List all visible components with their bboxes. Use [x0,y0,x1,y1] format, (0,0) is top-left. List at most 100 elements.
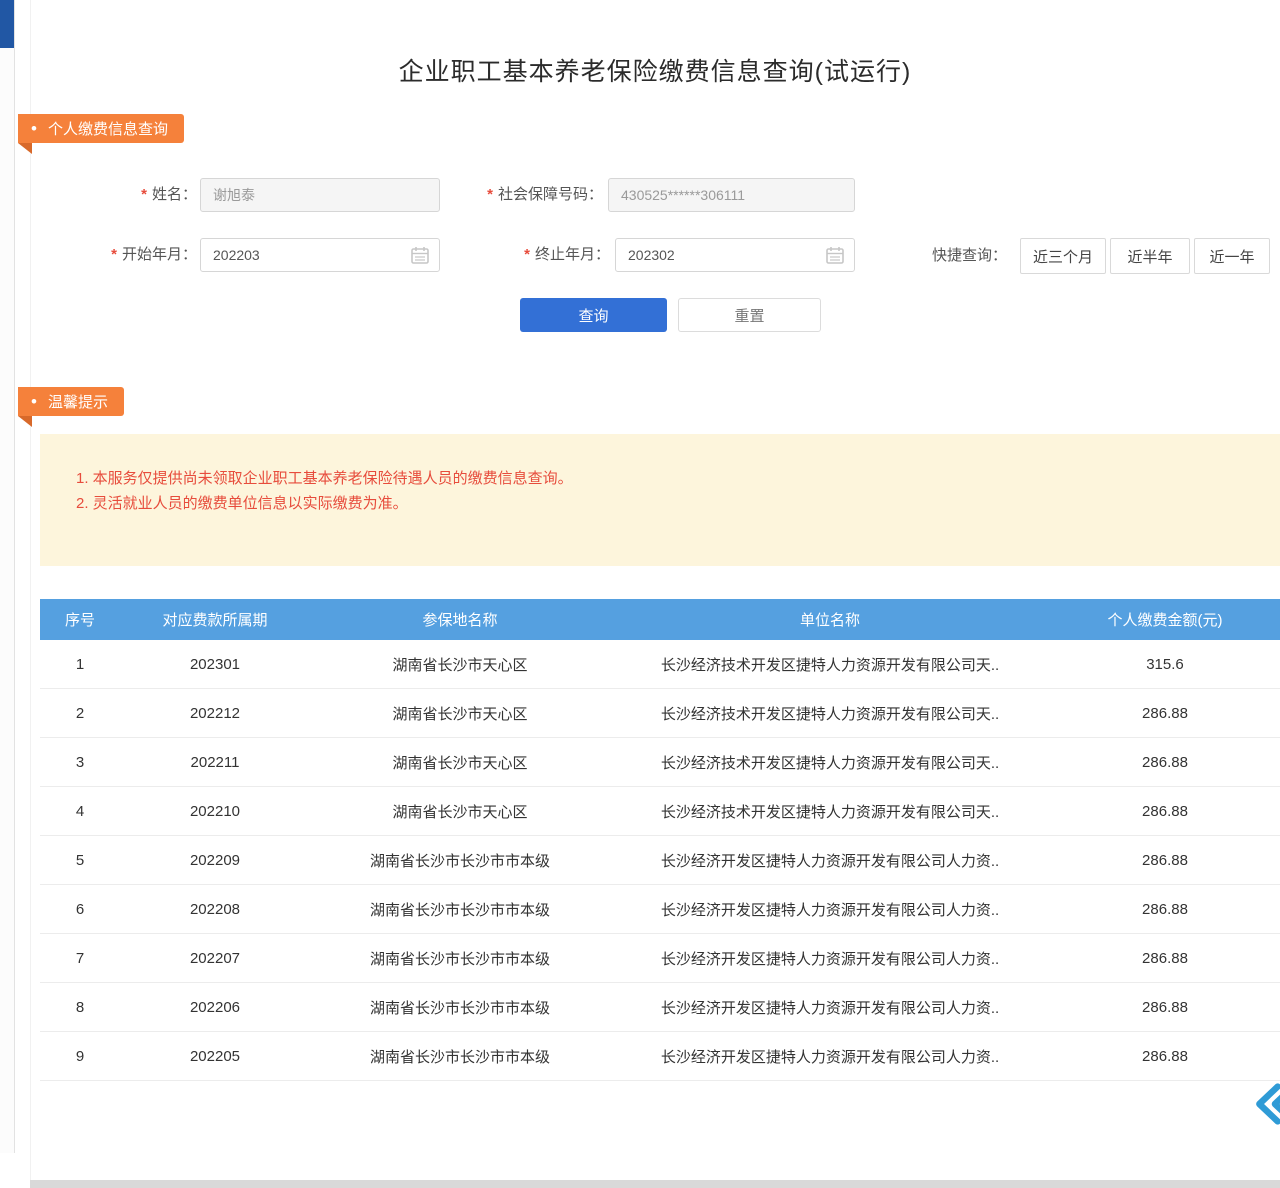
end-month-label: * 终止年月： [440,238,610,272]
cell-org: 长沙经济开发区捷特人力资源开发有限公司人力资.. [610,1032,1050,1081]
cell-seq: 9 [40,1032,120,1081]
tip-line-1: 1. 本服务仅提供尚未领取企业职工基本养老保险待遇人员的缴费信息查询。 [76,466,1260,491]
cell-seq: 2 [40,689,120,738]
cell-period: 202211 [120,738,310,787]
bullet-icon: • [31,120,37,137]
ssn-label-text: 社会保障号码： [498,186,603,203]
cell-area: 湖南省长沙市天心区 [310,787,610,836]
name-label: * 姓名： [40,178,197,212]
tip-line-2: 2. 灵活就业人员的缴费单位信息以实际缴费为准。 [76,491,1260,516]
page: 企业职工基本养老保险缴费信息查询(试运行) • 个人缴费信息查询 * 姓名： * 社… [0,0,1280,1188]
cell-org: 长沙经济开发区捷特人力资源开发有限公司人力资.. [610,885,1050,934]
cell-org: 长沙经济技术开发区捷特人力资源开发有限公司天.. [610,640,1050,689]
cell-amount: 286.88 [1050,1032,1280,1081]
col-header-seq: 序号 [40,599,120,640]
quick-option-last-year[interactable]: 近一年 [1194,238,1270,274]
cell-area: 湖南省长沙市天心区 [310,689,610,738]
ssn-label: * 社会保障号码： [440,178,603,212]
cell-amount: 286.88 [1050,885,1280,934]
name-input[interactable] [200,178,440,212]
cell-org: 长沙经济技术开发区捷特人力资源开发有限公司天.. [610,738,1050,787]
cell-area: 湖南省长沙市天心区 [310,738,610,787]
quick-query-group: 近三个月 近半年 近一年 [1020,238,1270,274]
cell-area: 湖南省长沙市天心区 [310,640,610,689]
table-row: 2 202212 湖南省长沙市天心区 长沙经济技术开发区捷特人力资源开发有限公司… [40,689,1280,738]
bullet-icon: • [31,393,37,410]
col-header-area: 参保地名称 [310,599,610,640]
cell-seq: 5 [40,836,120,885]
table-row: 3 202211 湖南省长沙市天心区 长沙经济技术开发区捷特人力资源开发有限公司… [40,738,1280,787]
cell-amount: 315.6 [1050,640,1280,689]
end-month-input[interactable] [615,238,855,272]
cell-org: 长沙经济开发区捷特人力资源开发有限公司人力资.. [610,983,1050,1032]
table-row: 4 202210 湖南省长沙市天心区 长沙经济技术开发区捷特人力资源开发有限公司… [40,787,1280,836]
cell-amount: 286.88 [1050,836,1280,885]
cell-amount: 286.88 [1050,738,1280,787]
calendar-icon[interactable] [825,245,845,265]
table-row: 9 202205 湖南省长沙市长沙市市本级 长沙经济开发区捷特人力资源开发有限公… [40,1032,1280,1081]
section-header-tips: • 温馨提示 [18,387,124,416]
cell-amount: 286.88 [1050,787,1280,836]
section-header-personal-query: • 个人缴费信息查询 [18,114,184,143]
page-title: 企业职工基本养老保险缴费信息查询(试运行) [30,52,1280,88]
cell-area: 湖南省长沙市长沙市市本级 [310,934,610,983]
tips-box: 1. 本服务仅提供尚未领取企业职工基本养老保险待遇人员的缴费信息查询。 2. 灵… [40,434,1280,566]
cell-org: 长沙经济技术开发区捷特人力资源开发有限公司天.. [610,689,1050,738]
name-label-text: 姓名： [152,186,197,203]
cell-area: 湖南省长沙市长沙市市本级 [310,1032,610,1081]
start-month-label-text: 开始年月： [122,246,197,263]
cell-org: 长沙经济开发区捷特人力资源开发有限公司人力资.. [610,934,1050,983]
cell-seq: 1 [40,640,120,689]
quick-query-label: 快捷查询： [932,238,1007,274]
query-button[interactable]: 查询 [520,298,667,332]
cell-period: 202209 [120,836,310,885]
required-marker: * [524,246,530,263]
double-chevron-left-icon[interactable] [1252,1082,1280,1126]
reset-button[interactable]: 重置 [678,298,821,332]
table-row: 8 202206 湖南省长沙市长沙市市本级 长沙经济开发区捷特人力资源开发有限公… [40,983,1280,1032]
bottom-bar [30,1180,1280,1188]
col-header-amount: 个人缴费金额(元) [1050,599,1280,640]
cell-period: 202212 [120,689,310,738]
section-header-personal-query-label: 个人缴费信息查询 [48,118,168,139]
calendar-icon[interactable] [410,245,430,265]
col-header-org: 单位名称 [610,599,1050,640]
cell-area: 湖南省长沙市长沙市市本级 [310,885,610,934]
table-header-row: 序号 对应费款所属期 参保地名称 单位名称 个人缴费金额(元) [40,599,1280,640]
cell-seq: 3 [40,738,120,787]
cell-amount: 286.88 [1050,983,1280,1032]
required-marker: * [111,246,117,263]
cell-seq: 8 [40,983,120,1032]
cell-seq: 6 [40,885,120,934]
left-rail [0,0,15,1153]
cell-org: 长沙经济技术开发区捷特人力资源开发有限公司天.. [610,787,1050,836]
ssn-input[interactable] [608,178,855,212]
table-row: 5 202209 湖南省长沙市长沙市市本级 长沙经济开发区捷特人力资源开发有限公… [40,836,1280,885]
end-month-label-text: 终止年月： [535,246,610,263]
table-row: 1 202301 湖南省长沙市天心区 长沙经济技术开发区捷特人力资源开发有限公司… [40,640,1280,689]
section-header-tips-label: 温馨提示 [48,391,108,412]
cell-amount: 286.88 [1050,934,1280,983]
quick-option-last-3-months[interactable]: 近三个月 [1020,238,1106,274]
cell-area: 湖南省长沙市长沙市市本级 [310,983,610,1032]
cell-amount: 286.88 [1050,689,1280,738]
cell-period: 202207 [120,934,310,983]
start-month-input[interactable] [200,238,440,272]
cell-org: 长沙经济开发区捷特人力资源开发有限公司人力资.. [610,836,1050,885]
start-month-label: * 开始年月： [40,238,197,272]
col-header-period: 对应费款所属期 [120,599,310,640]
cell-seq: 4 [40,787,120,836]
required-marker: * [487,186,493,203]
table-row: 7 202207 湖南省长沙市长沙市市本级 长沙经济开发区捷特人力资源开发有限公… [40,934,1280,983]
payment-table: 序号 对应费款所属期 参保地名称 单位名称 个人缴费金额(元) 1 202301… [40,599,1280,1081]
required-marker: * [141,186,147,203]
table-row: 6 202208 湖南省长沙市长沙市市本级 长沙经济开发区捷特人力资源开发有限公… [40,885,1280,934]
cell-period: 202301 [120,640,310,689]
quick-option-last-half-year[interactable]: 近半年 [1110,238,1190,274]
sidebar-accent-block [0,0,14,48]
cell-period: 202205 [120,1032,310,1081]
cell-period: 202210 [120,787,310,836]
cell-period: 202208 [120,885,310,934]
cell-period: 202206 [120,983,310,1032]
cell-seq: 7 [40,934,120,983]
